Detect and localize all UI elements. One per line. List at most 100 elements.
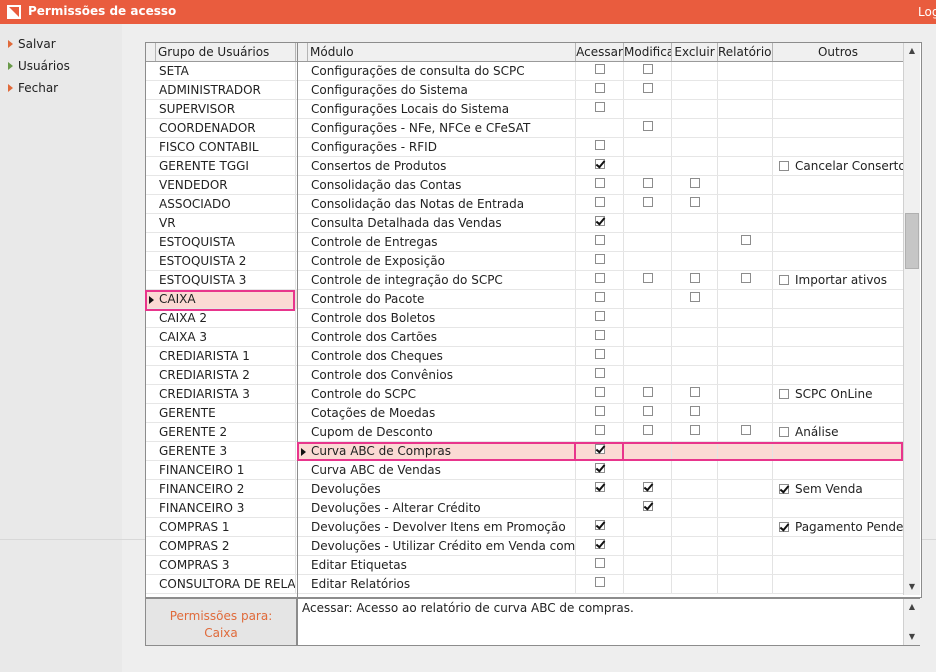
- sidebar-item-usuarios[interactable]: Usuários: [8, 57, 70, 75]
- group-row[interactable]: FINANCEIRO 2: [146, 480, 299, 499]
- module-row[interactable]: Controle do Pacote: [298, 290, 903, 309]
- module-row[interactable]: Devoluções - Alterar Crédito: [298, 499, 903, 518]
- checkbox-modificar[interactable]: [643, 64, 653, 74]
- chevron-down-icon[interactable]: ▼: [904, 579, 920, 595]
- checkbox-outros[interactable]: [779, 161, 789, 171]
- module-row[interactable]: Configurações de consulta do SCPC: [298, 62, 903, 81]
- checkbox-acessar[interactable]: [595, 254, 605, 264]
- checkbox-acessar[interactable]: [595, 235, 605, 245]
- module-row[interactable]: Cotações de Moedas: [298, 404, 903, 423]
- module-row[interactable]: Editar Relatórios: [298, 575, 903, 594]
- checkbox-acessar[interactable]: [595, 159, 605, 169]
- group-row[interactable]: GERENTE: [146, 404, 299, 423]
- checkbox-acessar[interactable]: [595, 83, 605, 93]
- module-row[interactable]: Controle dos Cartões: [298, 328, 903, 347]
- checkbox-excluir[interactable]: [690, 387, 700, 397]
- checkbox-acessar[interactable]: [595, 577, 605, 587]
- module-row[interactable]: Controle dos Cheques: [298, 347, 903, 366]
- other-permission[interactable]: Análise: [779, 423, 838, 441]
- column-header-acessar[interactable]: Acessar: [576, 43, 624, 61]
- checkbox-acessar[interactable]: [595, 216, 605, 226]
- checkbox-acessar[interactable]: [595, 558, 605, 568]
- checkbox-modificar[interactable]: [643, 197, 653, 207]
- group-row[interactable]: CREDIARISTA 3: [146, 385, 299, 404]
- module-row[interactable]: Configurações - RFID: [298, 138, 903, 157]
- column-header-relatorios[interactable]: Relatórios: [718, 43, 773, 61]
- module-row[interactable]: Consolidação das Notas de Entrada: [298, 195, 903, 214]
- modules-scrollbar[interactable]: ▲ ▼: [903, 43, 920, 595]
- other-permission[interactable]: Importar ativos: [779, 271, 887, 289]
- group-row[interactable]: CAIXA 3: [146, 328, 299, 347]
- group-row[interactable]: FINANCEIRO 3: [146, 499, 299, 518]
- column-header-outros[interactable]: Outros: [773, 43, 903, 61]
- group-row[interactable]: VR: [146, 214, 299, 233]
- scrollbar-thumb[interactable]: [905, 213, 919, 269]
- sidebar-item-fechar[interactable]: Fechar: [8, 79, 58, 97]
- other-permission[interactable]: Cancelar Conserto: [779, 157, 903, 175]
- other-permission[interactable]: SCPC OnLine: [779, 385, 872, 403]
- checkbox-outros[interactable]: [779, 275, 789, 285]
- checkbox-acessar[interactable]: [595, 368, 605, 378]
- checkbox-acessar[interactable]: [595, 140, 605, 150]
- checkbox-excluir[interactable]: [690, 425, 700, 435]
- checkbox-acessar[interactable]: [595, 292, 605, 302]
- group-row[interactable]: COORDENADOR: [146, 119, 299, 138]
- group-row[interactable]: CONSULTORA DE RELACIONAMENTO: [146, 575, 299, 594]
- checkbox-relatorios[interactable]: [741, 235, 751, 245]
- module-row[interactable]: Controle de Exposição: [298, 252, 903, 271]
- other-permission[interactable]: Pagamento Pendente: [779, 518, 903, 536]
- checkbox-modificar[interactable]: [643, 178, 653, 188]
- checkbox-excluir[interactable]: [690, 406, 700, 416]
- checkbox-relatorios[interactable]: [741, 273, 751, 283]
- checkbox-modificar[interactable]: [643, 83, 653, 93]
- module-row[interactable]: Devoluções - Utilizar Crédito em Venda c…: [298, 537, 903, 556]
- login-link[interactable]: Log: [918, 5, 936, 19]
- checkbox-outros[interactable]: [779, 522, 789, 532]
- group-row[interactable]: ESTOQUISTA: [146, 233, 299, 252]
- checkbox-acessar[interactable]: [595, 64, 605, 74]
- module-row[interactable]: Editar Etiquetas: [298, 556, 903, 575]
- group-row[interactable]: GERENTE 2: [146, 423, 299, 442]
- module-row[interactable]: Controle de integração do SCPC Importar a…: [298, 271, 903, 290]
- chevron-down-icon[interactable]: ▼: [904, 629, 920, 645]
- column-header-modulo[interactable]: Módulo: [308, 43, 576, 61]
- checkbox-acessar[interactable]: [595, 463, 605, 473]
- checkbox-acessar[interactable]: [595, 349, 605, 359]
- module-row[interactable]: Configurações do Sistema: [298, 81, 903, 100]
- chevron-up-icon[interactable]: ▲: [904, 43, 920, 59]
- checkbox-acessar[interactable]: [595, 178, 605, 188]
- checkbox-acessar[interactable]: [595, 520, 605, 530]
- checkbox-acessar[interactable]: [595, 444, 605, 454]
- module-row[interactable]: Cupom de Desconto Análise: [298, 423, 903, 442]
- module-row[interactable]: Controle de Entregas: [298, 233, 903, 252]
- group-row[interactable]: ASSOCIADO: [146, 195, 299, 214]
- group-row[interactable]: CREDIARISTA 2: [146, 366, 299, 385]
- module-row[interactable]: Curva ABC de Compras: [298, 442, 903, 461]
- group-row[interactable]: FISCO CONTABIL: [146, 138, 299, 157]
- group-row[interactable]: COMPRAS 1: [146, 518, 299, 537]
- checkbox-acessar[interactable]: [595, 539, 605, 549]
- module-row[interactable]: Configurações - NFe, NFCe e CFeSAT: [298, 119, 903, 138]
- checkbox-outros[interactable]: [779, 484, 789, 494]
- column-header-excluir[interactable]: Excluir: [672, 43, 718, 61]
- module-row[interactable]: Consolidação das Contas: [298, 176, 903, 195]
- module-row[interactable]: Configurações Locais do Sistema: [298, 100, 903, 119]
- checkbox-acessar[interactable]: [595, 102, 605, 112]
- group-row[interactable]: GERENTE TGGI: [146, 157, 299, 176]
- group-row[interactable]: FINANCEIRO 1: [146, 461, 299, 480]
- group-row[interactable]: COMPRAS 3: [146, 556, 299, 575]
- checkbox-excluir[interactable]: [690, 292, 700, 302]
- checkbox-acessar[interactable]: [595, 482, 605, 492]
- group-row[interactable]: ESTOQUISTA 3: [146, 271, 299, 290]
- group-row[interactable]: VENDEDOR: [146, 176, 299, 195]
- module-row[interactable]: Controle dos Convênios: [298, 366, 903, 385]
- checkbox-acessar[interactable]: [595, 387, 605, 397]
- checkbox-modificar[interactable]: [643, 273, 653, 283]
- checkbox-modificar[interactable]: [643, 501, 653, 511]
- module-row[interactable]: Devoluções - Devolver Itens em Promoção P…: [298, 518, 903, 537]
- checkbox-relatorios[interactable]: [741, 425, 751, 435]
- module-row[interactable]: Controle dos Boletos: [298, 309, 903, 328]
- description-scrollbar[interactable]: ▲ ▼: [903, 599, 920, 645]
- group-row[interactable]: CREDIARISTA 1: [146, 347, 299, 366]
- module-row[interactable]: Devoluções Sem Venda: [298, 480, 903, 499]
